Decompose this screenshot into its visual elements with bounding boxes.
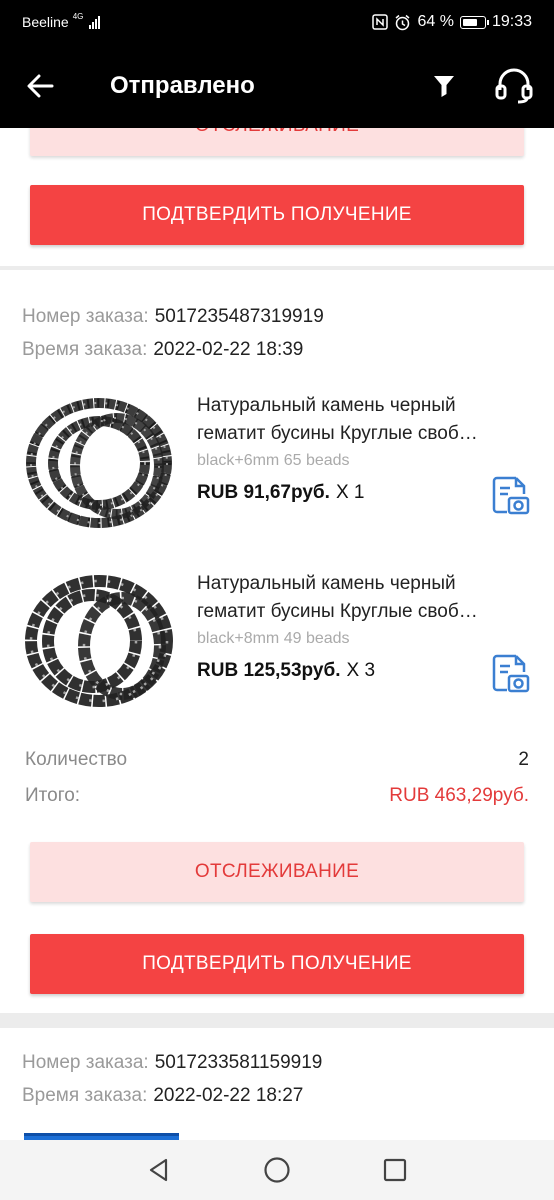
product-price: RUB 125,53руб. bbox=[197, 660, 341, 681]
order-number-label: Номер заказа: bbox=[22, 306, 149, 327]
order-number-label: Номер заказа: bbox=[22, 1052, 149, 1073]
order-time: 2022-02-22 18:39 bbox=[153, 339, 304, 360]
product-price-row: RUB 91,67руб. X 1 bbox=[197, 482, 364, 504]
alarm-icon bbox=[396, 14, 410, 30]
order-number: 5017233581159919 bbox=[154, 1052, 323, 1073]
order-card: Номер заказа: 5017233581159919 Время зака… bbox=[0, 1028, 554, 1140]
order-number-row: Номер заказа: 5017233581159919 bbox=[22, 1052, 322, 1074]
home-circle-icon bbox=[264, 1157, 290, 1183]
product-title-line: гематит бусины Круглые своб… bbox=[197, 423, 478, 444]
photo-review-icon[interactable] bbox=[490, 474, 530, 516]
network-type: 4G bbox=[72, 11, 84, 21]
order-time-label: Время заказа: bbox=[22, 1085, 148, 1106]
product-price-row: RUB 125,53руб. X 3 bbox=[197, 660, 375, 682]
product-image[interactable] bbox=[24, 1133, 179, 1140]
order-number-row: Номер заказа: 5017235487319919 bbox=[22, 306, 324, 328]
product-quantity: X 3 bbox=[346, 660, 376, 681]
system-nav-bar bbox=[0, 1140, 554, 1200]
photo-review-icon[interactable] bbox=[490, 652, 530, 694]
track-button[interactable]: ОТСЛЕЖИВАНИЕ bbox=[30, 128, 524, 156]
order-time-row: Время заказа: 2022-02-22 18:27 bbox=[22, 1085, 303, 1107]
order-card: ОТСЛЕЖИВАНИЕ ПОДТВЕРДИТЬ ПОЛУЧЕНИЕ bbox=[0, 128, 554, 266]
quantity-label: Количество bbox=[25, 749, 128, 770]
product-image[interactable] bbox=[22, 388, 176, 538]
nfc-icon bbox=[372, 14, 389, 30]
nav-home-button[interactable] bbox=[259, 1152, 295, 1188]
total-value: RUB 463,29руб. bbox=[389, 785, 529, 806]
nav-recents-button[interactable] bbox=[377, 1152, 413, 1188]
product-title-line: гематит бусины Круглые своб… bbox=[197, 601, 478, 622]
status-left: Beeline 4G bbox=[22, 11, 101, 30]
track-button[interactable]: ОТСЛЕЖИВАНИЕ bbox=[30, 842, 524, 902]
back-triangle-icon bbox=[149, 1158, 168, 1182]
product-sku: black+8mm 49 beads bbox=[197, 630, 350, 647]
total-label: Итого: bbox=[25, 785, 81, 806]
order-list[interactable]: ОТСЛЕЖИВАНИЕ ПОДТВЕРДИТЬ ПОЛУЧЕНИЕ Номер… bbox=[0, 128, 554, 1140]
recents-square-icon bbox=[383, 1158, 407, 1182]
total-row: Итого: RUB 463,29руб. bbox=[25, 785, 529, 807]
back-button[interactable] bbox=[0, 44, 80, 128]
product-quantity: X 1 bbox=[335, 482, 365, 503]
confirm-receipt-button[interactable]: ПОДТВЕРДИТЬ ПОЛУЧЕНИЕ bbox=[30, 934, 524, 994]
order-time-label: Время заказа: bbox=[22, 339, 148, 360]
battery-percent: 64 % bbox=[417, 13, 454, 30]
order-card: Номер заказа: 5017235487319919 Время зака… bbox=[0, 270, 554, 1013]
back-arrow-icon bbox=[27, 74, 54, 98]
product-item[interactable]: Натуральный камень черный гематит бусины… bbox=[0, 566, 554, 716]
product-sku: black+6mm 65 beads bbox=[197, 452, 350, 469]
page-title: Отправлено bbox=[110, 72, 255, 99]
product-item[interactable]: Натуральный камень черный гематит бусины… bbox=[0, 388, 554, 538]
support-button[interactable] bbox=[474, 44, 554, 128]
status-right: 64 % 19:33 bbox=[372, 13, 532, 31]
signal-icon bbox=[89, 15, 101, 29]
product-image[interactable] bbox=[22, 566, 176, 716]
clock: 19:33 bbox=[491, 13, 532, 30]
app-bar: Отправлено bbox=[0, 44, 554, 128]
status-bar: Beeline 4G 64 % 19:33 bbox=[0, 0, 554, 44]
headset-icon bbox=[495, 68, 533, 104]
quantity-value: 2 bbox=[518, 749, 529, 770]
product-price: RUB 91,67руб. bbox=[197, 482, 330, 503]
confirm-receipt-button[interactable]: ПОДТВЕРДИТЬ ПОЛУЧЕНИЕ bbox=[30, 185, 524, 245]
order-number: 5017235487319919 bbox=[154, 306, 324, 327]
product-title[interactable]: Натуральный камень черный гематит бусины… bbox=[197, 392, 507, 448]
quantity-row: Количество 2 bbox=[25, 749, 529, 771]
product-title[interactable]: Натуральный камень черный гематит бусины… bbox=[197, 570, 507, 626]
filter-button[interactable] bbox=[414, 44, 474, 128]
product-title-line: Натуральный камень черный bbox=[197, 573, 456, 594]
nav-back-button[interactable] bbox=[141, 1152, 177, 1188]
order-time: 2022-02-22 18:27 bbox=[153, 1085, 304, 1106]
carrier-name: Beeline bbox=[22, 14, 69, 30]
battery-icon bbox=[459, 15, 489, 29]
filter-icon bbox=[434, 76, 454, 97]
order-time-row: Время заказа: 2022-02-22 18:39 bbox=[22, 339, 303, 361]
product-title-line: Натуральный камень черный bbox=[197, 395, 456, 416]
